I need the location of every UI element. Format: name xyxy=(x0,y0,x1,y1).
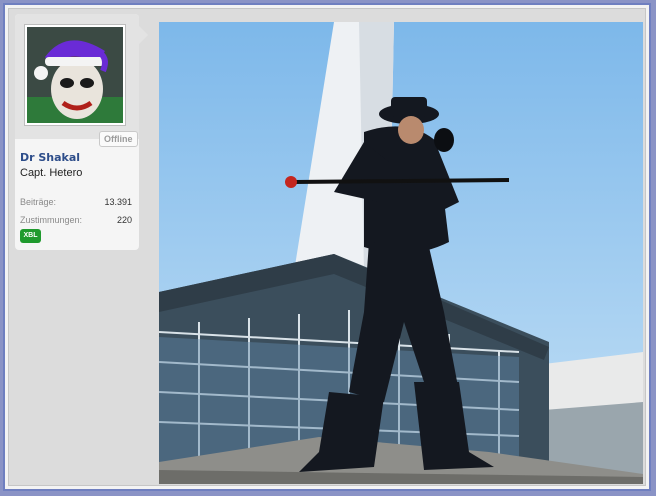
post-frame: Offline Dr Shakal Capt. Hetero Beiträge:… xyxy=(3,3,651,491)
avatar[interactable] xyxy=(25,25,125,125)
post-image[interactable] xyxy=(159,22,643,484)
photo-man-with-cane-icon xyxy=(159,22,643,484)
stat-posts-value[interactable]: 13.391 xyxy=(104,197,132,207)
stat-likes: Zustimmungen: 220 xyxy=(20,215,132,225)
stat-likes-label: Zustimmungen: xyxy=(20,215,83,225)
user-title: Capt. Hetero xyxy=(20,167,83,179)
sidebar-notch xyxy=(139,26,148,44)
stat-likes-value[interactable]: 220 xyxy=(117,215,132,225)
stat-posts: Beiträge: 13.391 xyxy=(20,197,132,207)
user-sidebar: Offline Dr Shakal Capt. Hetero Beiträge:… xyxy=(15,14,148,250)
post-container: Offline Dr Shakal Capt. Hetero Beiträge:… xyxy=(8,8,646,486)
xbl-badge[interactable]: XBL xyxy=(20,229,41,243)
stat-posts-label: Beiträge: xyxy=(20,197,57,207)
joker-santa-avatar-icon xyxy=(27,27,123,123)
offline-status-badge: Offline xyxy=(99,131,138,147)
username-link[interactable]: Dr Shakal xyxy=(20,151,80,164)
